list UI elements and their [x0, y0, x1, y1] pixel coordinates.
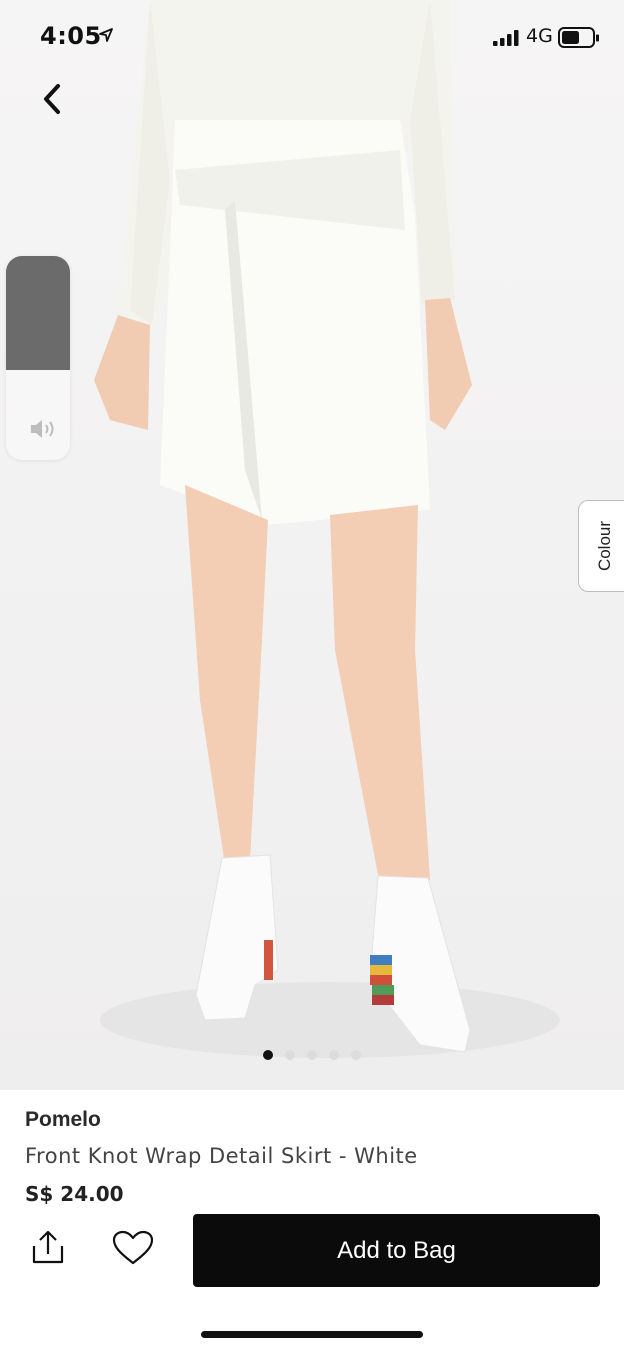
- heart-icon[interactable]: [112, 1230, 154, 1266]
- product-image-carousel[interactable]: 4:05 4G Colour: [0, 0, 624, 1090]
- pagination-dot[interactable]: [285, 1050, 295, 1060]
- add-to-bag-button[interactable]: Add to Bag: [193, 1214, 600, 1287]
- navigation-arrow-icon: [99, 28, 113, 42]
- status-time: 4:05: [40, 22, 102, 50]
- pagination-dot[interactable]: [263, 1050, 273, 1060]
- brand-name: Pomelo: [25, 1108, 101, 1131]
- home-indicator[interactable]: [201, 1331, 423, 1338]
- status-bar: 4:05 4G: [0, 0, 624, 76]
- network-type: 4G: [526, 25, 553, 47]
- product-photo: [94, 0, 560, 1058]
- colour-tab-label: Colour: [595, 520, 614, 572]
- cellular-signal-icon: [493, 30, 519, 46]
- image-pagination: [0, 1045, 624, 1064]
- share-icon[interactable]: [30, 1230, 66, 1266]
- pagination-dot[interactable]: [329, 1050, 339, 1060]
- battery-icon: [558, 27, 599, 48]
- speaker-icon: [31, 420, 54, 438]
- product-info: Pomelo Front Knot Wrap Detail Skirt - Wh…: [0, 1090, 624, 1350]
- pagination-dot[interactable]: [351, 1050, 361, 1060]
- colour-selector-tab[interactable]: Colour: [578, 500, 624, 592]
- product-title: Front Knot Wrap Detail Skirt - White: [25, 1144, 418, 1168]
- back-chevron-icon[interactable]: [34, 80, 74, 120]
- pagination-dot[interactable]: [307, 1050, 317, 1060]
- volume-hud: [6, 256, 70, 460]
- product-price: S$ 24.00: [25, 1182, 124, 1206]
- volume-level-fill: [6, 256, 70, 370]
